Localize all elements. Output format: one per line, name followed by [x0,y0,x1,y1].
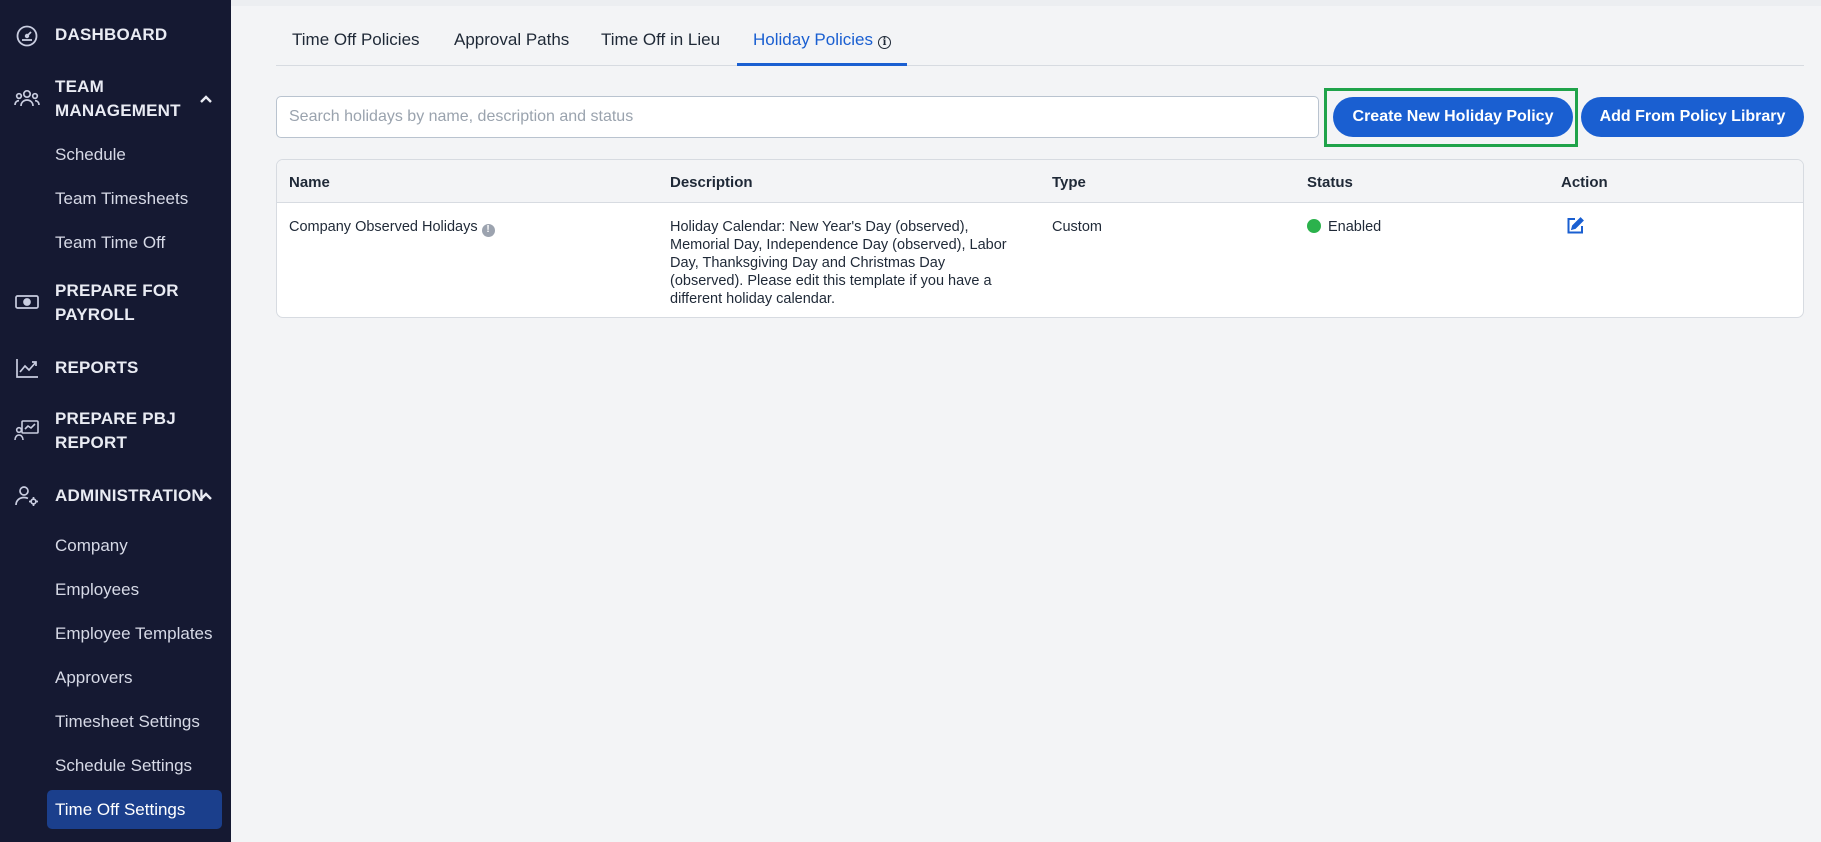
sidebar: DASHBOARD TEAM MANAGEMENT Schedule Team … [0,0,231,842]
user-settings-icon [13,482,41,510]
team-icon [13,85,41,113]
nav-payroll-line1: PREPARE FOR [55,281,179,300]
trend-chart-icon [13,354,41,382]
status-dot-icon [1307,219,1321,233]
nav-prepare-pbj-label: PREPARE PBJ REPORT [55,407,176,455]
policy-name-cell: Company Observed Holidays! [289,218,495,237]
sidebar-item-time-off-settings[interactable]: Time Off Settings [47,790,222,829]
column-header-type[interactable]: Type [1052,174,1086,191]
sidebar-item-schedule-settings[interactable]: Schedule Settings [47,746,222,785]
nav-prepare-pbj[interactable]: PREPARE PBJ REPORT [0,407,231,455]
nav-pbj-line2: REPORT [55,433,128,452]
tab-bar: Time Off Policies Approval Paths Time Of… [276,22,1804,66]
nav-pbj-line1: PREPARE PBJ [55,409,176,428]
nav-team-line2: MANAGEMENT [55,101,181,120]
column-header-description[interactable]: Description [670,174,753,191]
policy-type: Custom [1052,219,1102,235]
chevron-up-icon[interactable] [198,488,214,504]
nav-payroll-line2: PAYROLL [55,305,135,324]
nav-dashboard-label: DASHBOARD [55,25,168,44]
policy-status: Enabled [1307,218,1381,236]
policy-status-label: Enabled [1328,219,1382,235]
nav-administration[interactable]: ADMINISTRATION [0,482,231,510]
column-header-name[interactable]: Name [289,174,330,191]
sidebar-item-team-timesheets[interactable]: Team Timesheets [47,179,222,218]
nav-team-management-label: TEAM MANAGEMENT [55,75,181,123]
nav-team-management[interactable]: TEAM MANAGEMENT [0,75,231,123]
tab-time-off-in-lieu[interactable]: Time Off in Lieu [601,22,720,66]
sidebar-item-employees[interactable]: Employees [47,570,222,609]
nav-reports[interactable]: REPORTS [0,354,231,382]
table-row[interactable]: Company Observed Holidays! Holiday Calen… [277,203,1803,317]
sidebar-item-timesheet-settings[interactable]: Timesheet Settings [47,702,222,741]
tab-holiday-policies[interactable]: Holiday Policies i [737,22,907,66]
holiday-policies-table: Name Description Type Status Action Comp… [276,159,1804,318]
sidebar-item-company[interactable]: Company [47,526,222,565]
speedometer-icon [13,22,41,50]
tab-time-off-policies[interactable]: Time Off Policies [292,22,420,66]
nav-dashboard[interactable]: DASHBOARD [0,22,231,50]
add-from-policy-library-button[interactable]: Add From Policy Library [1581,97,1804,137]
policy-description: Holiday Calendar: New Year's Day (observ… [670,219,1007,307]
chevron-up-icon[interactable] [198,91,214,107]
search-input[interactable] [276,96,1319,138]
nav-prepare-payroll-label: PREPARE FOR PAYROLL [55,279,179,327]
column-header-action: Action [1561,174,1608,191]
nav-administration-label: ADMINISTRATION [55,486,204,505]
sidebar-item-employee-templates[interactable]: Employee Templates [47,614,222,653]
nav-prepare-payroll[interactable]: PREPARE FOR PAYROLL [0,279,231,327]
top-strip [231,0,1821,6]
table-header: Name Description Type Status Action [277,160,1803,203]
create-holiday-policy-button[interactable]: Create New Holiday Policy [1333,97,1573,137]
sidebar-item-approvers[interactable]: Approvers [47,658,222,697]
sidebar-item-schedule[interactable]: Schedule [47,135,222,174]
info-icon[interactable]: i [878,36,891,49]
presentation-icon [13,417,41,445]
policy-name: Company Observed Holidays [289,219,478,235]
money-icon [13,288,41,316]
column-header-status[interactable]: Status [1307,174,1353,191]
nav-reports-label: REPORTS [55,358,139,377]
nav-team-line1: TEAM [55,77,104,96]
main-content: Time Off Policies Approval Paths Time Of… [231,0,1821,842]
sidebar-item-team-time-off[interactable]: Team Time Off [47,223,222,262]
tab-holiday-policies-label: Holiday Policies [753,30,873,49]
info-icon[interactable]: ! [481,223,495,237]
edit-icon[interactable] [1565,216,1587,238]
tab-approval-paths[interactable]: Approval Paths [454,22,569,66]
